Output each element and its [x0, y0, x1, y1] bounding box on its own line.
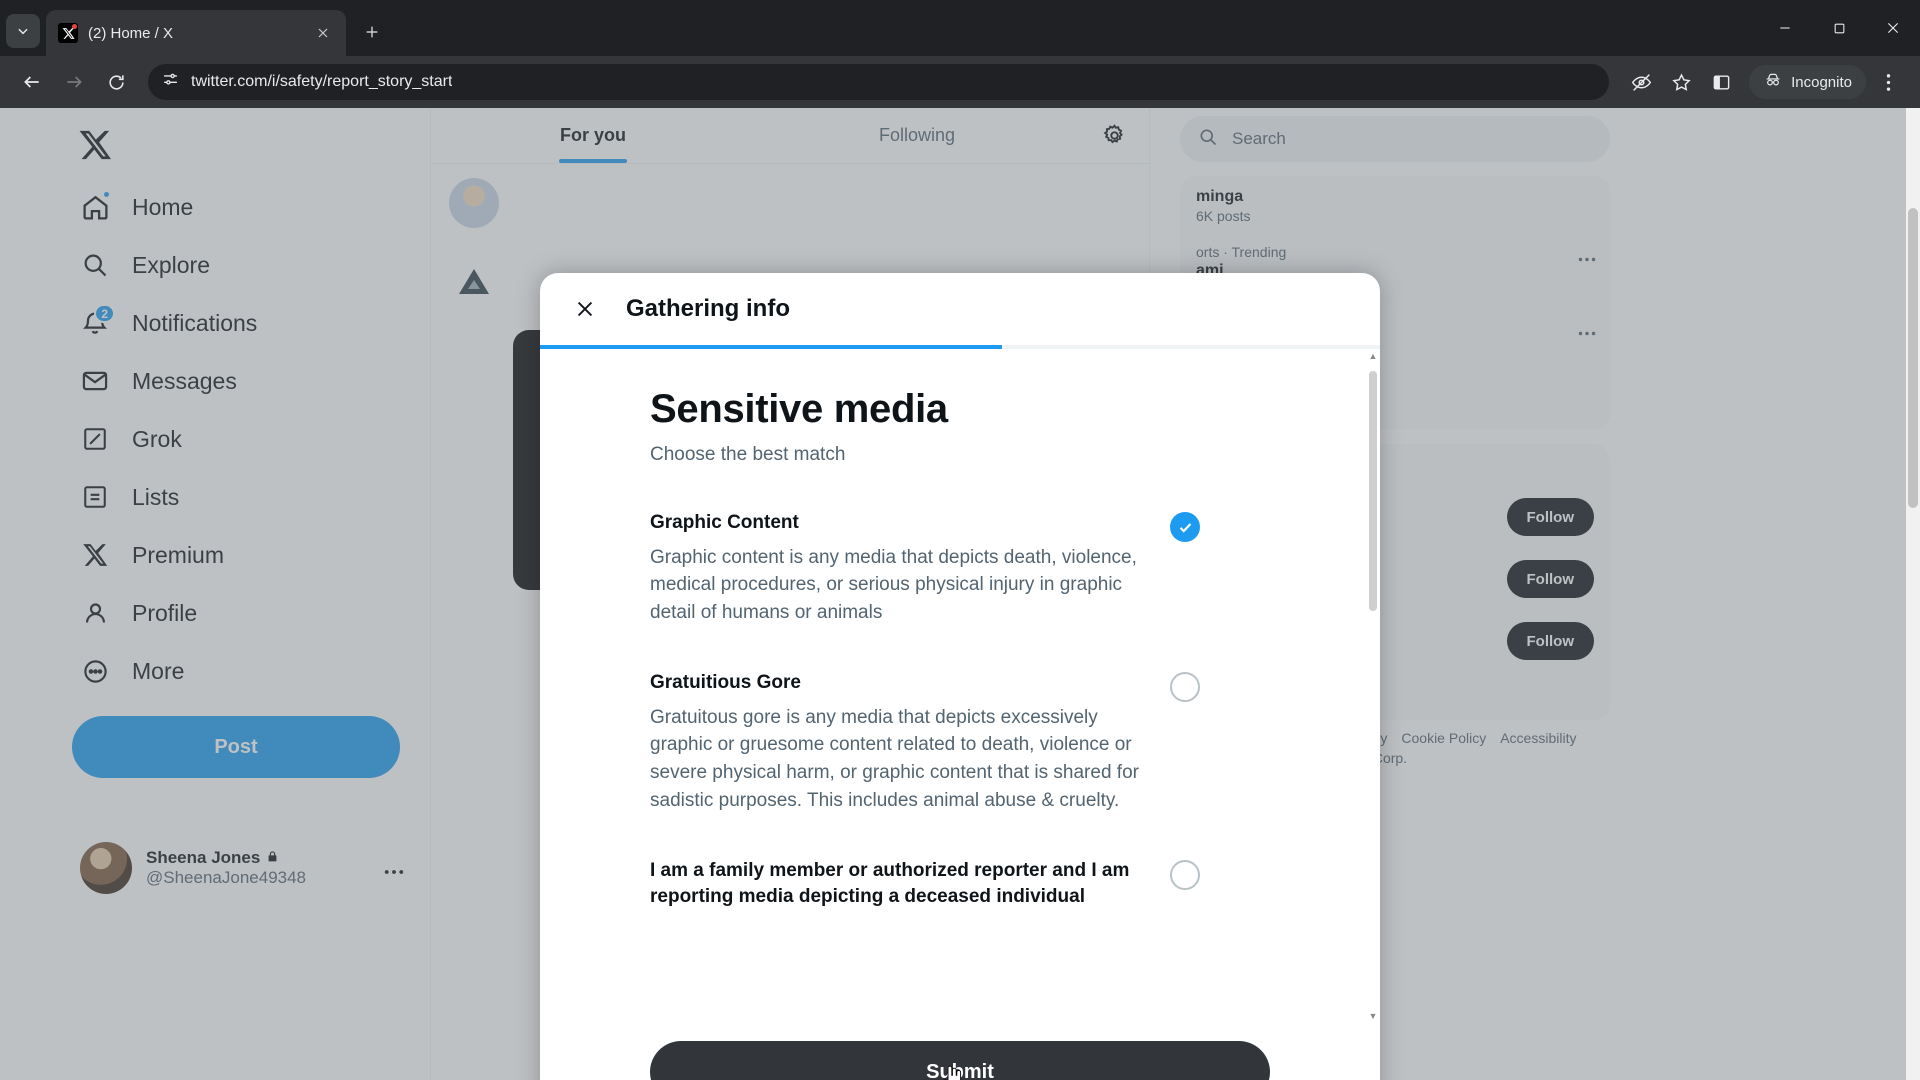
triangle-down-icon[interactable]: ▼ — [1368, 1011, 1378, 1021]
dialog-scrollbar[interactable]: ▲ ▼ — [1366, 349, 1380, 1023]
close-window-button[interactable] — [1866, 5, 1920, 51]
option-title: Graphic Content — [650, 512, 799, 533]
dialog-scrollbar-thumb[interactable] — [1369, 371, 1377, 611]
dialog-title: Gathering info — [626, 295, 790, 322]
option-texts: Graphic Content Graphic content is any m… — [650, 510, 1150, 626]
arrow-left-icon[interactable] — [14, 64, 50, 100]
favicon-notification-dot — [72, 24, 77, 29]
browser-window: (2) Home / X twitter.com/i/safety/report… — [0, 0, 1920, 1080]
dialog-footer: Submit — [540, 1023, 1380, 1080]
page-title: Sensitive media — [650, 387, 948, 431]
eye-slash-icon[interactable] — [1623, 64, 1659, 100]
plus-icon[interactable] — [354, 14, 390, 50]
page-scrollbar[interactable] — [1906, 108, 1920, 1080]
side-panel-icon[interactable] — [1703, 64, 1739, 100]
report-dialog: Gathering info Sensitive media Choose th… — [540, 273, 1380, 1080]
three-dots-vertical-icon[interactable] — [1870, 64, 1906, 100]
option-gratuitous-gore[interactable]: Gratuitious Gore Gratuitous gore is any … — [650, 670, 1306, 814]
dialog-body: Sensitive media Choose the best match Gr… — [540, 349, 1380, 1023]
option-graphic-content[interactable]: Graphic Content Graphic content is any m… — [650, 510, 1306, 626]
radio-selected-check-icon[interactable] — [1170, 512, 1200, 542]
window-controls — [1758, 0, 1920, 56]
reload-icon[interactable] — [98, 64, 134, 100]
star-icon[interactable] — [1663, 64, 1699, 100]
minimize-button[interactable] — [1758, 5, 1812, 51]
dialog-scroll-content: Sensitive media Choose the best match Gr… — [540, 349, 1366, 1023]
close-icon[interactable] — [570, 294, 600, 324]
close-icon[interactable] — [312, 22, 334, 44]
dialog-header: Gathering info — [540, 273, 1380, 345]
address-bar[interactable]: twitter.com/i/safety/report_story_start — [148, 64, 1610, 100]
submit-button-label: Submit — [926, 1060, 994, 1080]
maximize-button[interactable] — [1812, 5, 1866, 51]
radio-unselected[interactable] — [1170, 860, 1200, 891]
radio-unselected[interactable] — [1170, 672, 1200, 703]
site-settings-icon[interactable] — [162, 71, 179, 93]
incognito-indicator[interactable]: Incognito — [1749, 65, 1866, 99]
tab-search-icon[interactable] — [6, 14, 40, 48]
arrow-right-icon — [56, 64, 92, 100]
page-subtitle: Choose the best match — [650, 444, 846, 465]
tab-title: (2) Home / X — [88, 24, 174, 42]
browser-toolbar: twitter.com/i/safety/report_story_start — [0, 56, 1920, 108]
browser-tab[interactable]: (2) Home / X — [46, 10, 346, 56]
option-title: I am a family member or authorized repor… — [650, 860, 1130, 907]
x-logo-icon — [58, 23, 78, 43]
triangle-up-icon[interactable]: ▲ — [1368, 351, 1378, 361]
incognito-label: Incognito — [1791, 73, 1852, 91]
incognito-icon — [1763, 71, 1783, 93]
toolbar-right-actions: Incognito — [1623, 64, 1906, 100]
option-texts: I am a family member or authorized repor… — [650, 858, 1150, 909]
tab-strip: (2) Home / X — [0, 0, 1920, 56]
option-title: Gratuitious Gore — [650, 672, 801, 694]
web-page: Home Explore 2 Notifications Messages Gr… — [0, 108, 1920, 1080]
option-description: Graphic content is any media that depict… — [650, 546, 1137, 623]
option-texts: Gratuitious Gore Gratuitous gore is any … — [650, 670, 1150, 814]
submit-button[interactable]: Submit — [650, 1041, 1270, 1080]
option-deceased-individual[interactable]: I am a family member or authorized repor… — [650, 858, 1306, 909]
option-description: Gratuitous gore is any media that depict… — [650, 706, 1139, 811]
page-scrollbar-thumb[interactable] — [1908, 208, 1918, 508]
url-text: twitter.com/i/safety/report_story_start — [191, 73, 453, 90]
